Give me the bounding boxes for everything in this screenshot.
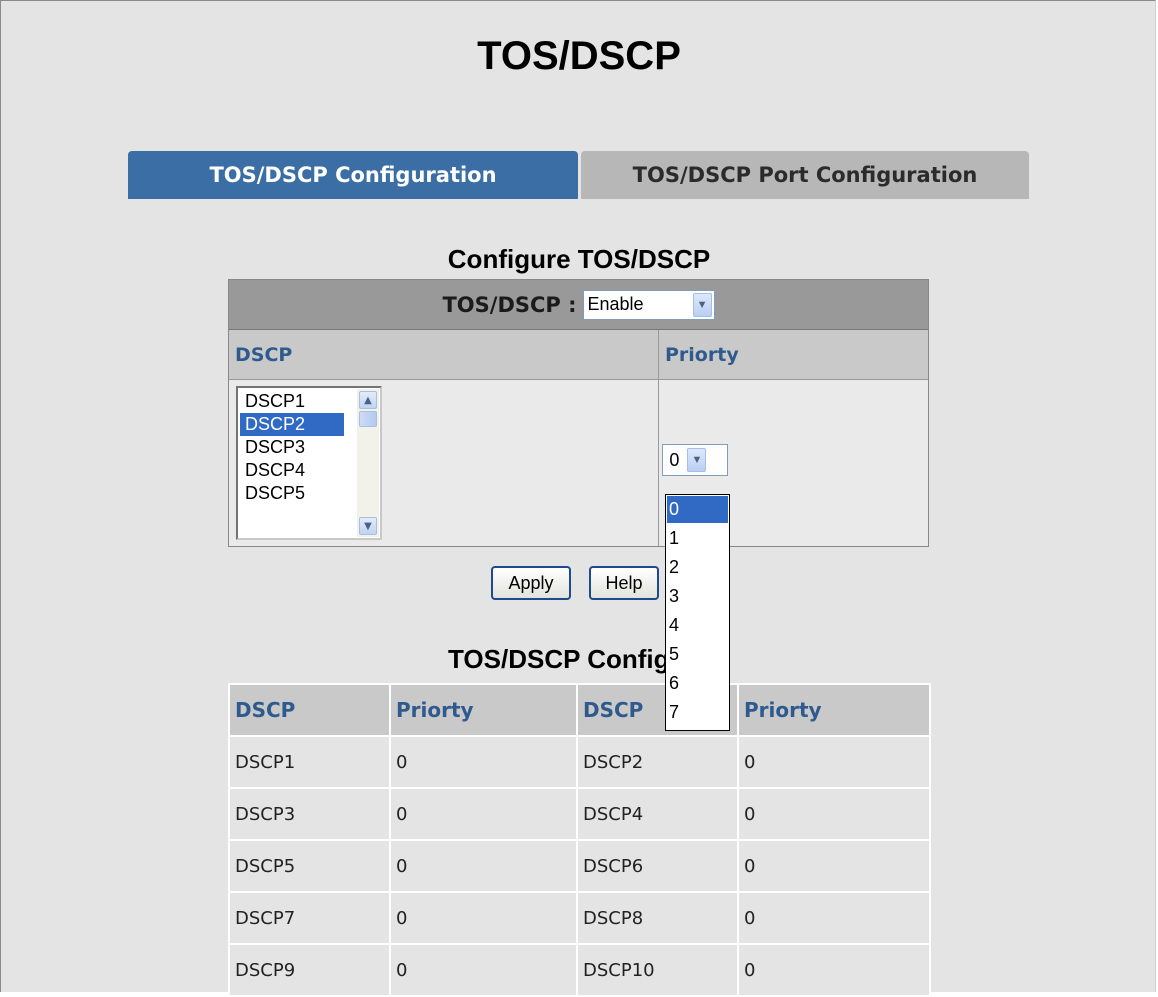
priority-column-header: Priorty: [665, 343, 739, 366]
table-cell: DSCP8: [576, 891, 739, 945]
table-row: DSCP7 0 DSCP8 0: [228, 891, 931, 945]
table-cell: DSCP6: [576, 839, 739, 893]
table-cell: DSCP4: [576, 787, 739, 841]
tab-tos-dscp-port-configuration[interactable]: TOS/DSCP Port Configuration: [581, 151, 1029, 199]
priority-select-value: 0: [669, 449, 680, 470]
scroll-down-icon[interactable]: ▼: [359, 517, 377, 535]
tab-bar: TOS/DSCP Configuration TOS/DSCP Port Con…: [128, 151, 1029, 199]
configure-section-title: Configure TOS/DSCP: [447, 244, 711, 274]
page-title: TOS/DSCP: [477, 34, 681, 78]
apply-button[interactable]: Apply: [491, 566, 571, 600]
mode-row: TOS/DSCP : Enable ▼: [229, 280, 928, 330]
chevron-down-icon[interactable]: ▼: [692, 292, 712, 317]
configure-column-header: DSCP Priorty: [229, 330, 928, 380]
status-section-title: TOS/DSCP Configure: [448, 644, 710, 674]
priority-option[interactable]: 7: [667, 699, 728, 726]
table-cell: 0: [389, 943, 578, 997]
content-frame: TOS/DSCP TOS/DSCP Configuration TOS/DSCP…: [0, 0, 1156, 997]
priority-option[interactable]: 5: [667, 641, 728, 668]
dscp-list-item[interactable]: DSCP3: [240, 436, 344, 459]
table-cell: 0: [389, 787, 578, 841]
priority-option[interactable]: 3: [667, 583, 728, 610]
dscp-list-item-selected[interactable]: DSCP2: [240, 413, 344, 436]
status-header-row: DSCP Priorty DSCP Priorty: [228, 683, 931, 737]
priority-option[interactable]: 1: [667, 525, 728, 552]
dscp-cell: DSCP1 DSCP2 DSCP3 DSCP4 DSCP5 ▲ ▼: [229, 380, 660, 546]
table-row: DSCP9 0 DSCP10 0: [228, 943, 931, 997]
table-cell: 0: [737, 943, 931, 997]
table-cell: DSCP9: [228, 943, 391, 997]
priority-option-selected[interactable]: 0: [667, 496, 728, 523]
dscp-list-item[interactable]: DSCP4: [240, 459, 344, 482]
table-cell: DSCP10: [576, 943, 739, 997]
table-cell: 0: [737, 787, 931, 841]
table-cell: DSCP1: [228, 735, 391, 789]
tab-tos-dscp-configuration[interactable]: TOS/DSCP Configuration: [128, 151, 578, 199]
mode-select-value: Enable: [587, 294, 644, 314]
table-row: DSCP5 0 DSCP6 0: [228, 839, 931, 893]
status-table: DSCP Priorty DSCP Priorty DSCP1 0 DSCP2 …: [228, 683, 931, 997]
dscp-listbox[interactable]: DSCP1 DSCP2 DSCP3 DSCP4 DSCP5 ▲ ▼: [236, 386, 382, 540]
table-cell: 0: [737, 891, 931, 945]
priority-dropdown-list[interactable]: 0 1 2 3 4 5 6 7: [665, 494, 730, 731]
mode-select[interactable]: Enable ▼: [582, 289, 715, 320]
table-cell: 0: [389, 735, 578, 789]
status-header-priority: Priorty: [389, 683, 578, 737]
priority-option[interactable]: 2: [667, 554, 728, 581]
table-cell: DSCP2: [576, 735, 739, 789]
dscp-listbox-scrollbar[interactable]: ▲ ▼: [357, 389, 379, 537]
table-cell: 0: [389, 891, 578, 945]
table-row: DSCP1 0 DSCP2 0: [228, 735, 931, 789]
dscp-list-item[interactable]: DSCP1: [240, 390, 344, 413]
configure-table: TOS/DSCP : Enable ▼ DSCP Priorty DSCP1 D…: [228, 279, 929, 547]
scroll-up-icon[interactable]: ▲: [359, 391, 377, 409]
table-cell: 0: [389, 839, 578, 893]
help-button[interactable]: Help: [589, 566, 659, 600]
dscp-column-header: DSCP: [229, 330, 659, 379]
table-cell: DSCP5: [228, 839, 391, 893]
dscp-list-item[interactable]: DSCP5: [240, 482, 344, 505]
table-cell: 0: [737, 735, 931, 789]
table-cell: DSCP3: [228, 787, 391, 841]
mode-label: TOS/DSCP :: [442, 292, 577, 317]
table-cell: DSCP7: [228, 891, 391, 945]
chevron-down-icon[interactable]: ▼: [687, 448, 707, 472]
priority-option[interactable]: 4: [667, 612, 728, 639]
priority-select[interactable]: 0 ▼: [662, 444, 729, 476]
status-header-dscp: DSCP: [228, 683, 391, 737]
status-header-priority: Priorty: [737, 683, 931, 737]
configure-body-row: DSCP1 DSCP2 DSCP3 DSCP4 DSCP5 ▲ ▼ 0 ▼: [229, 380, 928, 546]
scroll-thumb[interactable]: [359, 411, 377, 427]
table-row: DSCP3 0 DSCP4 0: [228, 787, 931, 841]
priority-option[interactable]: 6: [667, 670, 728, 697]
table-cell: 0: [737, 839, 931, 893]
